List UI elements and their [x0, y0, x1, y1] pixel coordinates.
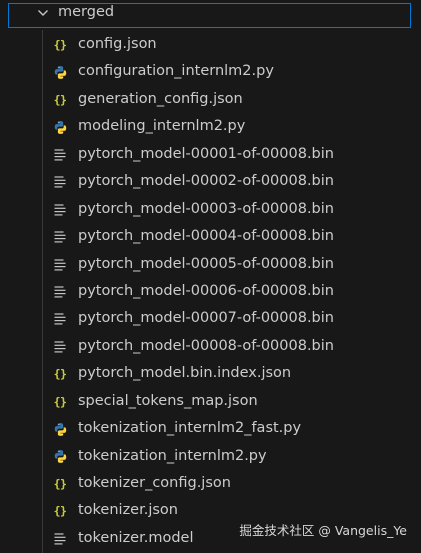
file-label: pytorch_model-00007-of-00008.bin: [78, 310, 334, 327]
file-label: pytorch_model-00006-of-00008.bin: [78, 282, 334, 299]
json-icon: {}: [53, 394, 67, 409]
file-row[interactable]: {} special_tokens_map.json: [0, 388, 421, 415]
file-list: {} config.json configuration_internlm2.py {…: [0, 31, 421, 552]
file-row[interactable]: pytorch_model-00001-of-00008.bin: [0, 141, 421, 168]
file-label: special_tokens_map.json: [78, 392, 258, 409]
json-icon: {}: [53, 504, 67, 519]
file-label: generation_config.json: [78, 90, 243, 107]
file-label: tokenization_internlm2.py: [78, 447, 267, 464]
file-row[interactable]: {} generation_config.json: [0, 86, 421, 113]
json-icon: {}: [53, 92, 67, 107]
file-row[interactable]: {} pytorch_model.bin.index.json: [0, 360, 421, 387]
file-label: tokenization_internlm2_fast.py: [78, 420, 302, 437]
file-row[interactable]: tokenization_internlm2.py: [0, 443, 421, 470]
json-icon: {}: [53, 38, 67, 52]
folder-label: merged: [58, 4, 115, 20]
watermark-text: 掘金技术社区 @ Vangelis_Ye: [239, 523, 407, 538]
file-lines-icon: [52, 284, 68, 300]
file-lines-icon: [52, 147, 68, 163]
file-row[interactable]: configuration_internlm2.py: [0, 58, 421, 85]
file-lines-icon: [52, 531, 68, 547]
file-row[interactable]: pytorch_model-00003-of-00008.bin: [0, 196, 421, 223]
file-label: tokenizer.model: [78, 529, 194, 546]
file-row[interactable]: {} tokenizer_config.json: [0, 470, 421, 497]
file-row[interactable]: pytorch_model-00004-of-00008.bin: [0, 223, 421, 250]
file-label: configuration_internlm2.py: [78, 63, 274, 80]
python-icon: [52, 119, 68, 135]
python-icon: [52, 421, 68, 437]
file-row[interactable]: {} config.json: [0, 31, 421, 58]
file-lines-icon: [52, 339, 68, 355]
file-label: pytorch_model-00001-of-00008.bin: [78, 145, 334, 162]
file-row[interactable]: pytorch_model-00007-of-00008.bin: [0, 305, 421, 332]
file-row[interactable]: pytorch_model-00008-of-00008.bin: [0, 333, 421, 360]
file-row[interactable]: pytorch_model-00006-of-00008.bin: [0, 278, 421, 305]
chevron-down-icon[interactable]: [36, 6, 50, 20]
json-icon: {}: [53, 477, 67, 491]
file-row[interactable]: tokenization_internlm2_fast.py: [0, 415, 421, 442]
file-label: pytorch_model-00008-of-00008.bin: [78, 337, 334, 354]
file-row[interactable]: pytorch_model-00005-of-00008.bin: [0, 251, 421, 278]
file-label: tokenizer.json: [78, 502, 178, 519]
file-label: tokenizer_config.json: [78, 475, 231, 491]
file-lines-icon: [52, 174, 68, 190]
file-label: pytorch_model.bin.index.json: [78, 365, 292, 382]
file-label: modeling_internlm2.py: [78, 118, 246, 135]
file-lines-icon: [52, 229, 68, 245]
file-label: pytorch_model-00003-of-00008.bin: [78, 200, 334, 217]
file-row[interactable]: modeling_internlm2.py: [0, 113, 421, 140]
file-label: pytorch_model-00002-of-00008.bin: [78, 173, 334, 190]
python-icon: [52, 449, 68, 465]
file-lines-icon: [52, 202, 68, 218]
file-row[interactable]: pytorch_model-00002-of-00008.bin: [0, 168, 421, 195]
file-explorer-tree: merged {} config.json configuration_intern…: [0, 0, 421, 553]
file-lines-icon: [52, 257, 68, 273]
json-icon: {}: [53, 367, 67, 382]
file-lines-icon: [52, 311, 68, 327]
file-label: pytorch_model-00005-of-00008.bin: [78, 255, 334, 272]
file-label: pytorch_model-00004-of-00008.bin: [78, 228, 334, 245]
file-label: config.json: [78, 36, 157, 52]
python-icon: [52, 64, 68, 80]
